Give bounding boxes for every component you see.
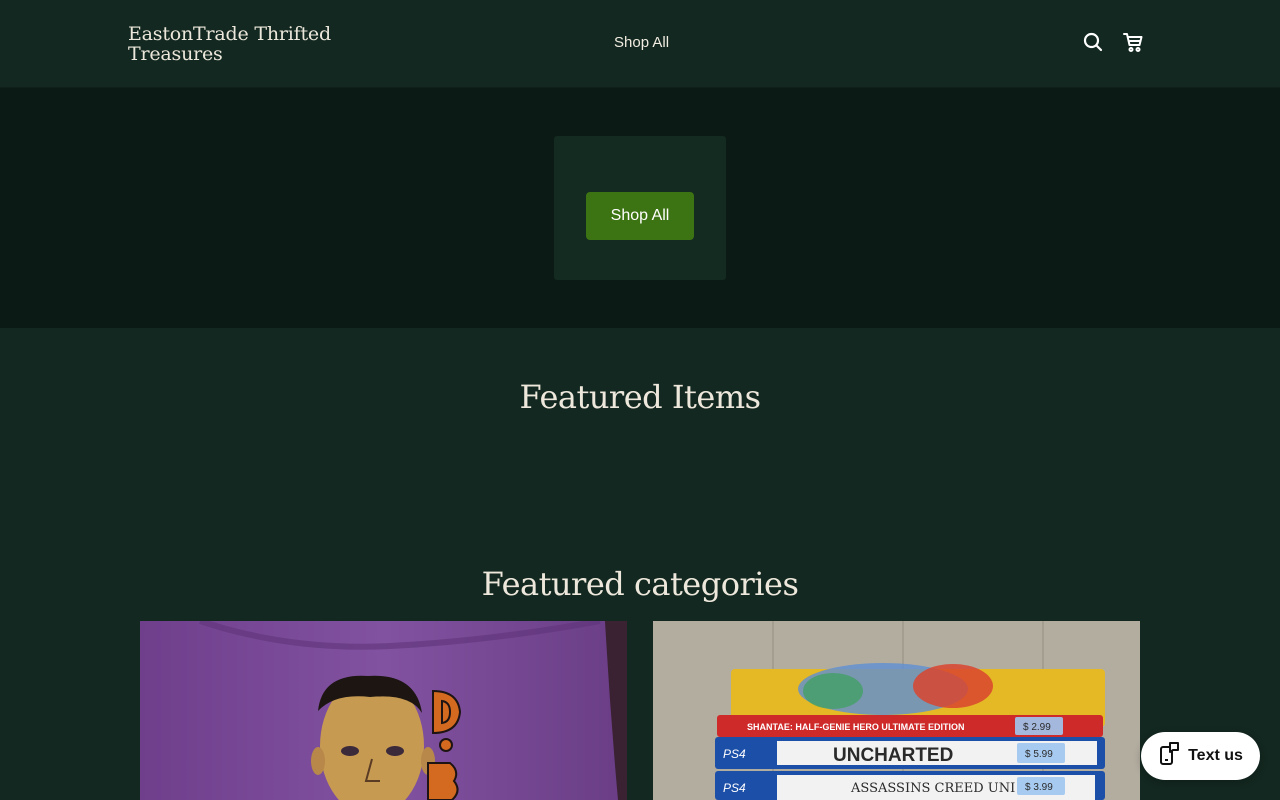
price-tag-2: $ 5.99 [1025, 749, 1053, 760]
platform-label-2: PS4 [723, 781, 746, 795]
featured-items-title: Featured Items [519, 378, 761, 416]
game-label-shantae: SHANTAE: HALF-GENIE HERO ULTIMATE EDITIO… [747, 722, 965, 732]
cart-icon[interactable] [1122, 31, 1144, 53]
apparel-category-image [140, 621, 627, 800]
platform-label-1: PS4 [723, 747, 746, 761]
category-card-video-games[interactable]: SHANTAE: HALF-GENIE HERO ULTIMATE EDITIO… [653, 621, 1140, 800]
hero-shop-all-button[interactable]: Shop All [586, 192, 694, 240]
text-us-button[interactable]: Text us [1141, 732, 1260, 780]
price-tag-1: $ 2.99 [1023, 722, 1051, 733]
category-card-apparel[interactable] [140, 621, 627, 800]
video-games-category-image: SHANTAE: HALF-GENIE HERO ULTIMATE EDITIO… [653, 621, 1140, 800]
site-header: EastonTrade Thrifted Treasures Shop All [0, 0, 1280, 88]
text-us-label: Text us [1188, 747, 1243, 764]
hero-banner: Shop All [0, 88, 1280, 328]
store-brand[interactable]: EastonTrade Thrifted Treasures [128, 24, 348, 64]
game-label-uncharted: UNCHARTED [833, 745, 953, 766]
price-tag-3: $ 3.99 [1025, 782, 1053, 793]
hero-card: Shop All [554, 136, 726, 280]
game-label-assassins: ASSASSINS CREED UNI [850, 781, 1015, 796]
nav-shop-all[interactable]: Shop All [614, 34, 669, 51]
featured-categories-title: Featured categories [481, 565, 799, 603]
message-phone-icon [1158, 741, 1180, 771]
search-icon[interactable] [1082, 31, 1104, 53]
